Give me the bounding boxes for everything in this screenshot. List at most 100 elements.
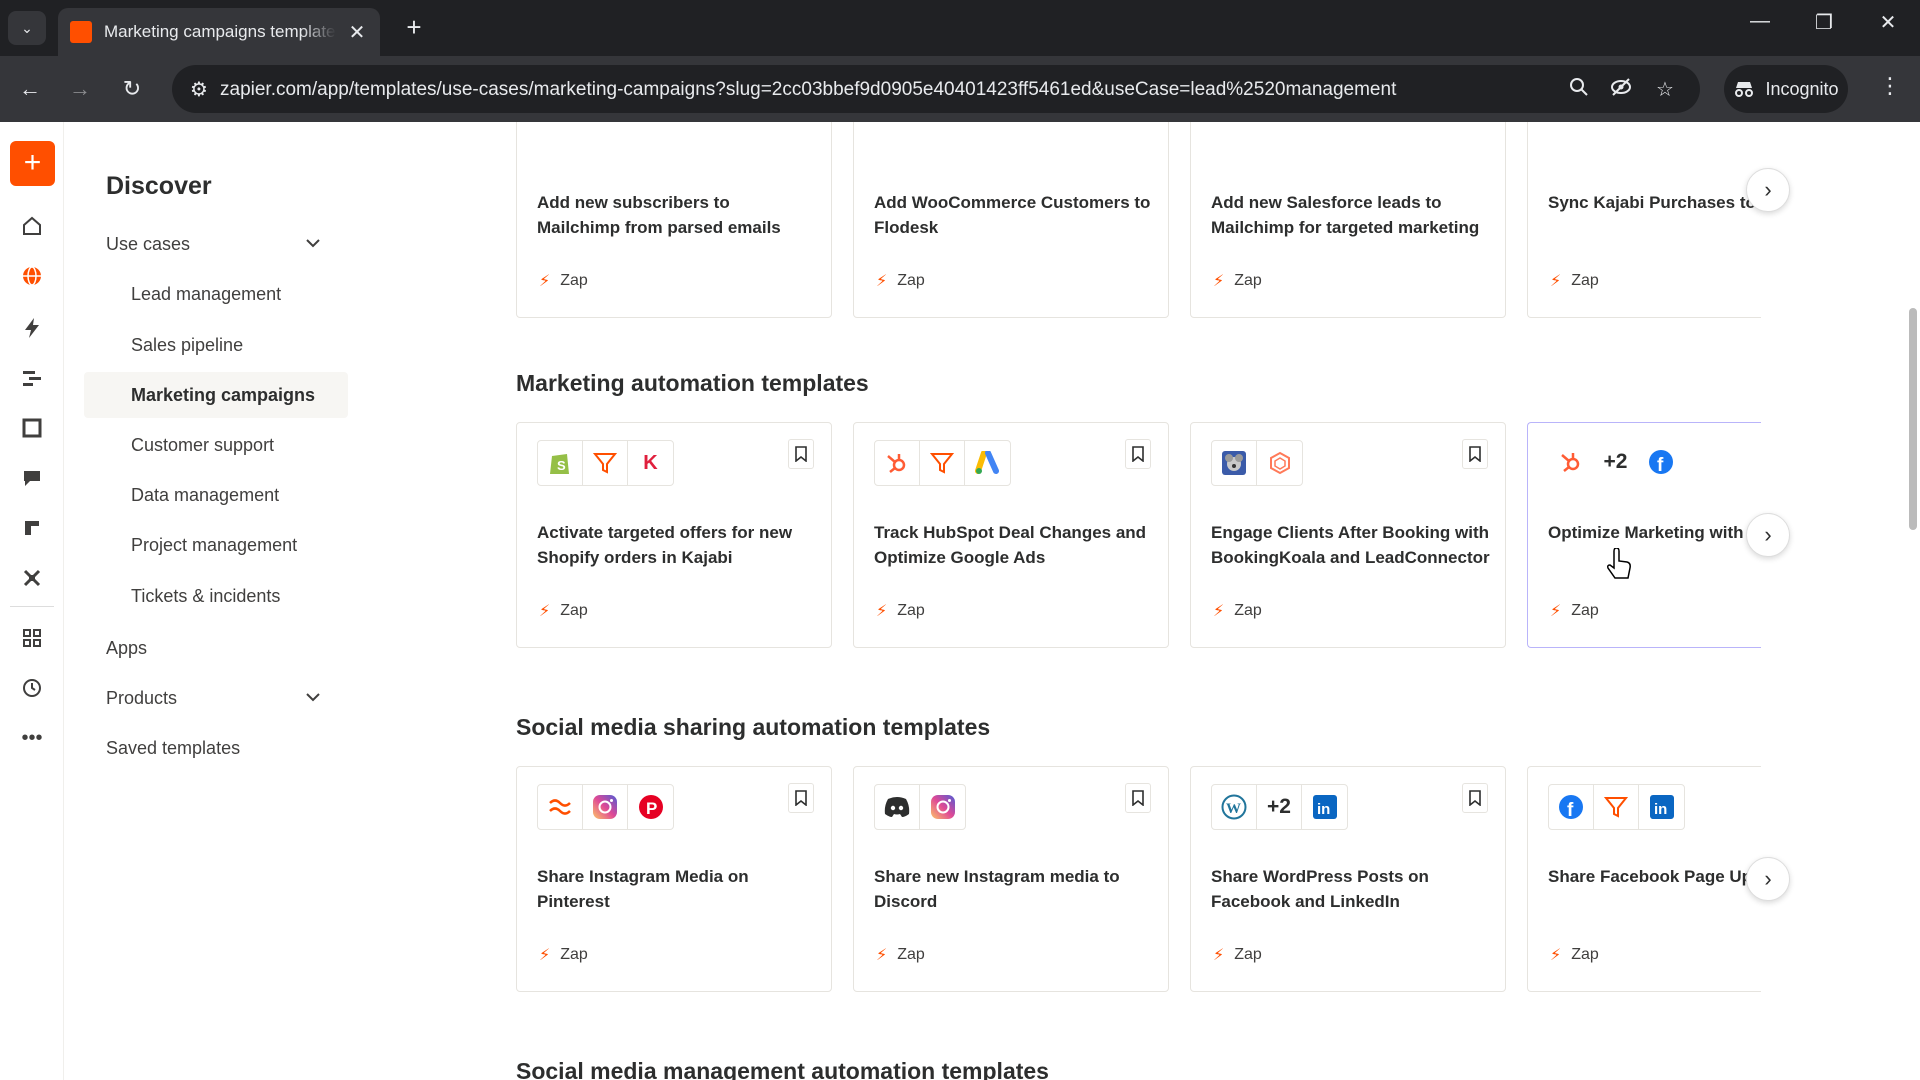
url-text[interactable]: zapier.com/app/templates/use-cases/marke… xyxy=(220,79,1396,101)
app-icons: W +2 in xyxy=(1211,784,1348,830)
bookmark-icon[interactable] xyxy=(1125,439,1151,469)
facebook-icon: f xyxy=(1549,785,1594,829)
template-card[interactable]: f in Share Facebook Page Up LinkedIn ⚡Za… xyxy=(1527,766,1761,992)
card-title: Engage Clients After Booking with Bookin… xyxy=(1211,523,1490,567)
home-icon[interactable] xyxy=(16,210,48,242)
template-card[interactable]: P Share Instagram Media on Pinterest ⚡ Za… xyxy=(516,766,832,992)
template-card[interactable]: S K Activate targeted offers for new Sho… xyxy=(516,422,832,648)
agents-icon[interactable] xyxy=(16,562,48,594)
card-title: Add WooCommerce Customers to Flodesk xyxy=(874,193,1151,237)
bookmark-star-icon[interactable]: ☆ xyxy=(1652,77,1678,102)
sidebar-item-data-management[interactable]: Data management xyxy=(84,472,348,518)
zoom-icon[interactable] xyxy=(1566,77,1592,103)
reload-icon[interactable]: ↻ xyxy=(116,73,148,105)
linkedin-icon: in xyxy=(1639,785,1684,829)
template-card[interactable]: Sync Kajabi Purchases to Subscribers ⚡Za… xyxy=(1527,122,1761,318)
sidebar-item-lead-management[interactable]: Lead management xyxy=(84,271,348,317)
page-scrollbar[interactable] xyxy=(1904,122,1920,1080)
pinterest-icon: P xyxy=(628,785,673,829)
card-type: ⚡ Zap xyxy=(876,946,925,964)
sidebar-item-project-management[interactable]: Project management xyxy=(84,522,348,568)
sidebar-item-tickets-incidents[interactable]: Tickets & incidents xyxy=(84,573,348,619)
back-icon[interactable]: ← xyxy=(14,73,46,105)
tracking-protection-icon[interactable] xyxy=(1608,77,1634,103)
history-clock-icon[interactable] xyxy=(16,672,48,704)
canvas-icon[interactable] xyxy=(16,512,48,544)
incognito-icon xyxy=(1735,82,1754,97)
chatbots-icon[interactable] xyxy=(16,462,48,494)
hand-cursor-icon xyxy=(1607,548,1631,579)
bookmark-icon[interactable] xyxy=(1462,439,1488,469)
funnel-icon xyxy=(1594,785,1639,829)
app-icons: +2 f xyxy=(1548,440,1683,486)
template-card[interactable]: Add new subscribers to Mailchimp from pa… xyxy=(516,122,832,318)
template-card[interactable]: Add new Salesforce leads to Mailchimp fo… xyxy=(1190,122,1506,318)
card-type: ⚡ Zap xyxy=(539,946,588,964)
bookmark-icon[interactable] xyxy=(788,783,814,813)
linkedin-icon: in xyxy=(1302,785,1347,829)
zap-bolt-icon: ⚡ xyxy=(1550,603,1562,620)
card-title: Track HubSpot Deal Changes and Optimize … xyxy=(874,523,1147,567)
chevron-down-icon[interactable] xyxy=(304,688,322,711)
template-card[interactable]: Engage Clients After Booking with Bookin… xyxy=(1190,422,1506,648)
section-title: Social media management automation templ… xyxy=(516,1058,1049,1080)
funnel-icon xyxy=(583,441,628,485)
chevron-down-icon[interactable] xyxy=(304,234,322,257)
forward-icon[interactable]: → xyxy=(64,73,96,105)
create-button[interactable]: + xyxy=(10,141,55,186)
scrollbar-thumb[interactable] xyxy=(1909,308,1917,530)
app-directory-icon[interactable] xyxy=(16,622,48,654)
restore-icon[interactable]: ❐ xyxy=(1804,10,1844,35)
close-tab-icon[interactable]: ✕ xyxy=(346,20,368,45)
template-card[interactable]: Track HubSpot Deal Changes and Optimize … xyxy=(853,422,1169,648)
template-card[interactable]: Share new Instagram media to Discord ⚡ Za… xyxy=(853,766,1169,992)
template-card[interactable]: +2 f Optimize Marketing with and Ad Conv… xyxy=(1527,422,1761,648)
card-type: ⚡ Zap xyxy=(1213,602,1262,620)
incognito-label: Incognito xyxy=(1765,78,1839,99)
sidebar-item-apps[interactable]: Apps xyxy=(106,638,147,659)
card-title: Optimize Marketing with and Ad Conversio… xyxy=(1548,523,1758,542)
hubspot-icon xyxy=(1548,440,1593,484)
app-icons: f in xyxy=(1548,784,1685,830)
bookmark-icon[interactable] xyxy=(1125,783,1151,813)
sidebar-item-customer-support[interactable]: Customer support xyxy=(84,422,348,468)
interfaces-icon[interactable] xyxy=(16,412,48,444)
sidebar-item-marketing-campaigns[interactable]: Marketing campaigns xyxy=(84,372,348,418)
zapier-formatter-icon xyxy=(538,785,583,829)
address-bar[interactable]: ⚙ zapier.com/app/templates/use-cases/mar… xyxy=(172,65,1700,113)
zapier-favicon-icon xyxy=(70,21,92,43)
card-type: ⚡ Zap xyxy=(1550,602,1599,620)
sidebar-item-sales-pipeline[interactable]: Sales pipeline xyxy=(84,322,348,368)
incognito-indicator[interactable]: Incognito xyxy=(1724,65,1848,113)
template-card[interactable]: Add WooCommerce Customers to Flodesk ⚡ Za… xyxy=(853,122,1169,318)
carousel-next-button[interactable]: › xyxy=(1746,513,1790,557)
extra-apps-count: +2 xyxy=(1257,785,1302,829)
more-icon[interactable]: ••• xyxy=(16,722,48,754)
new-tab-button[interactable]: + xyxy=(398,12,430,44)
card-type: ⚡ Zap xyxy=(1550,946,1599,964)
close-window-icon[interactable]: ✕ xyxy=(1868,10,1908,35)
site-info-icon[interactable]: ⚙ xyxy=(186,77,212,102)
browser-tab[interactable]: Marketing campaigns template ✕ xyxy=(58,8,380,56)
carousel-next-button[interactable]: › xyxy=(1746,857,1790,901)
sidebar-item-saved-templates[interactable]: Saved templates xyxy=(106,738,240,759)
instagram-icon xyxy=(920,785,965,829)
bookmark-icon[interactable] xyxy=(1462,783,1488,813)
browser-menu-icon[interactable]: ⋮ xyxy=(1876,73,1904,99)
shopify-icon: S xyxy=(538,441,583,485)
tables-icon[interactable] xyxy=(16,362,48,394)
carousel-next-button[interactable]: › xyxy=(1746,168,1790,212)
tab-search-button[interactable]: ⌄ xyxy=(8,11,46,45)
discord-icon xyxy=(875,785,920,829)
template-card[interactable]: W +2 in Share WordPress Posts on Faceboo… xyxy=(1190,766,1506,992)
card-type: ⚡ Zap xyxy=(539,602,588,620)
minimize-icon[interactable]: — xyxy=(1740,10,1780,33)
card-title: Sync Kajabi Purchases to Subscribers xyxy=(1548,193,1758,212)
zaps-bolt-icon[interactable] xyxy=(16,312,48,344)
card-title: Add new subscribers to Mailchimp from pa… xyxy=(537,193,781,237)
sidebar-item-products[interactable]: Products xyxy=(106,688,177,709)
bookmark-icon[interactable] xyxy=(788,439,814,469)
browser-tab-bar: ⌄ Marketing campaigns template ✕ + — ❐ ✕ xyxy=(0,0,1920,56)
discover-globe-icon[interactable] xyxy=(16,260,48,292)
sidebar-item-use-cases[interactable]: Use cases xyxy=(106,234,190,255)
